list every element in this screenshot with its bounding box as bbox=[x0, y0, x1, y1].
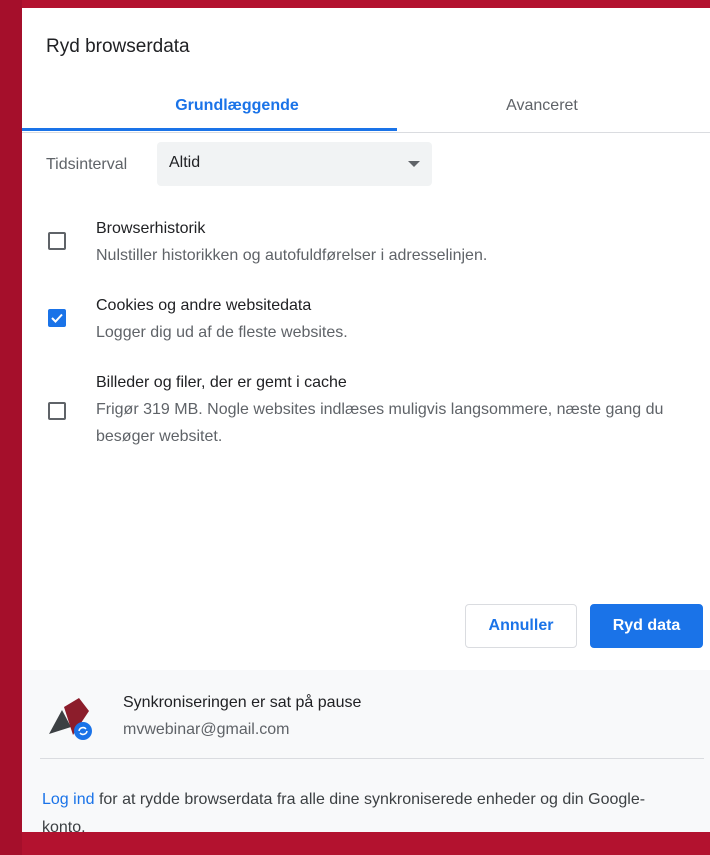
checkbox-cache[interactable] bbox=[48, 402, 66, 420]
clear-browsing-data-dialog: Ryd browserdata Grundlæggende Avanceret … bbox=[22, 8, 710, 832]
option-description: Logger dig ud af de fleste websites. bbox=[96, 324, 348, 341]
checkbox-browsing-history[interactable] bbox=[48, 232, 66, 250]
account-email: mvwebinar@gmail.com bbox=[123, 721, 290, 738]
tab-basic[interactable]: Grundlæggende bbox=[72, 82, 402, 130]
time-range-select[interactable]: Altid bbox=[157, 142, 432, 186]
dropdown-arrow-icon bbox=[408, 161, 420, 167]
divider bbox=[40, 758, 704, 759]
sign-in-note-text: for at rydde browserdata fra alle dine s… bbox=[42, 791, 646, 832]
option-title: Browserhistorik bbox=[96, 220, 206, 237]
clear-data-button[interactable]: Ryd data bbox=[590, 604, 703, 648]
option-title: Billeder og filer, der er gemt i cache bbox=[96, 374, 347, 391]
checkbox-cookies[interactable] bbox=[48, 309, 66, 327]
time-range-value: Altid bbox=[169, 154, 201, 171]
option-description: Frigør 319 MB. Nogle websites indlæses m… bbox=[96, 401, 664, 445]
cancel-button[interactable]: Annuller bbox=[465, 604, 577, 648]
time-range-label: Tidsinterval bbox=[46, 156, 128, 173]
active-tab-indicator bbox=[22, 128, 397, 131]
checkmark-icon bbox=[51, 313, 63, 323]
option-title: Cookies og andre websitedata bbox=[96, 297, 312, 314]
sync-status: Synkroniseringen er sat på pause bbox=[123, 694, 362, 711]
tab-advanced[interactable]: Avanceret bbox=[392, 82, 692, 130]
background-window-edge bbox=[0, 0, 22, 855]
account-avatar-icon bbox=[49, 698, 92, 740]
tab-bar: Grundlæggende Avanceret bbox=[22, 82, 710, 133]
sign-in-link[interactable]: Log ind bbox=[42, 791, 95, 808]
sign-in-note: Log ind for at rydde browserdata fra all… bbox=[42, 786, 682, 832]
sync-footer: Synkroniseringen er sat på pause mvwebin… bbox=[22, 670, 710, 832]
option-description: Nulstiller historikken og autofuldførels… bbox=[96, 247, 488, 264]
dialog-title: Ryd browserdata bbox=[46, 36, 190, 57]
